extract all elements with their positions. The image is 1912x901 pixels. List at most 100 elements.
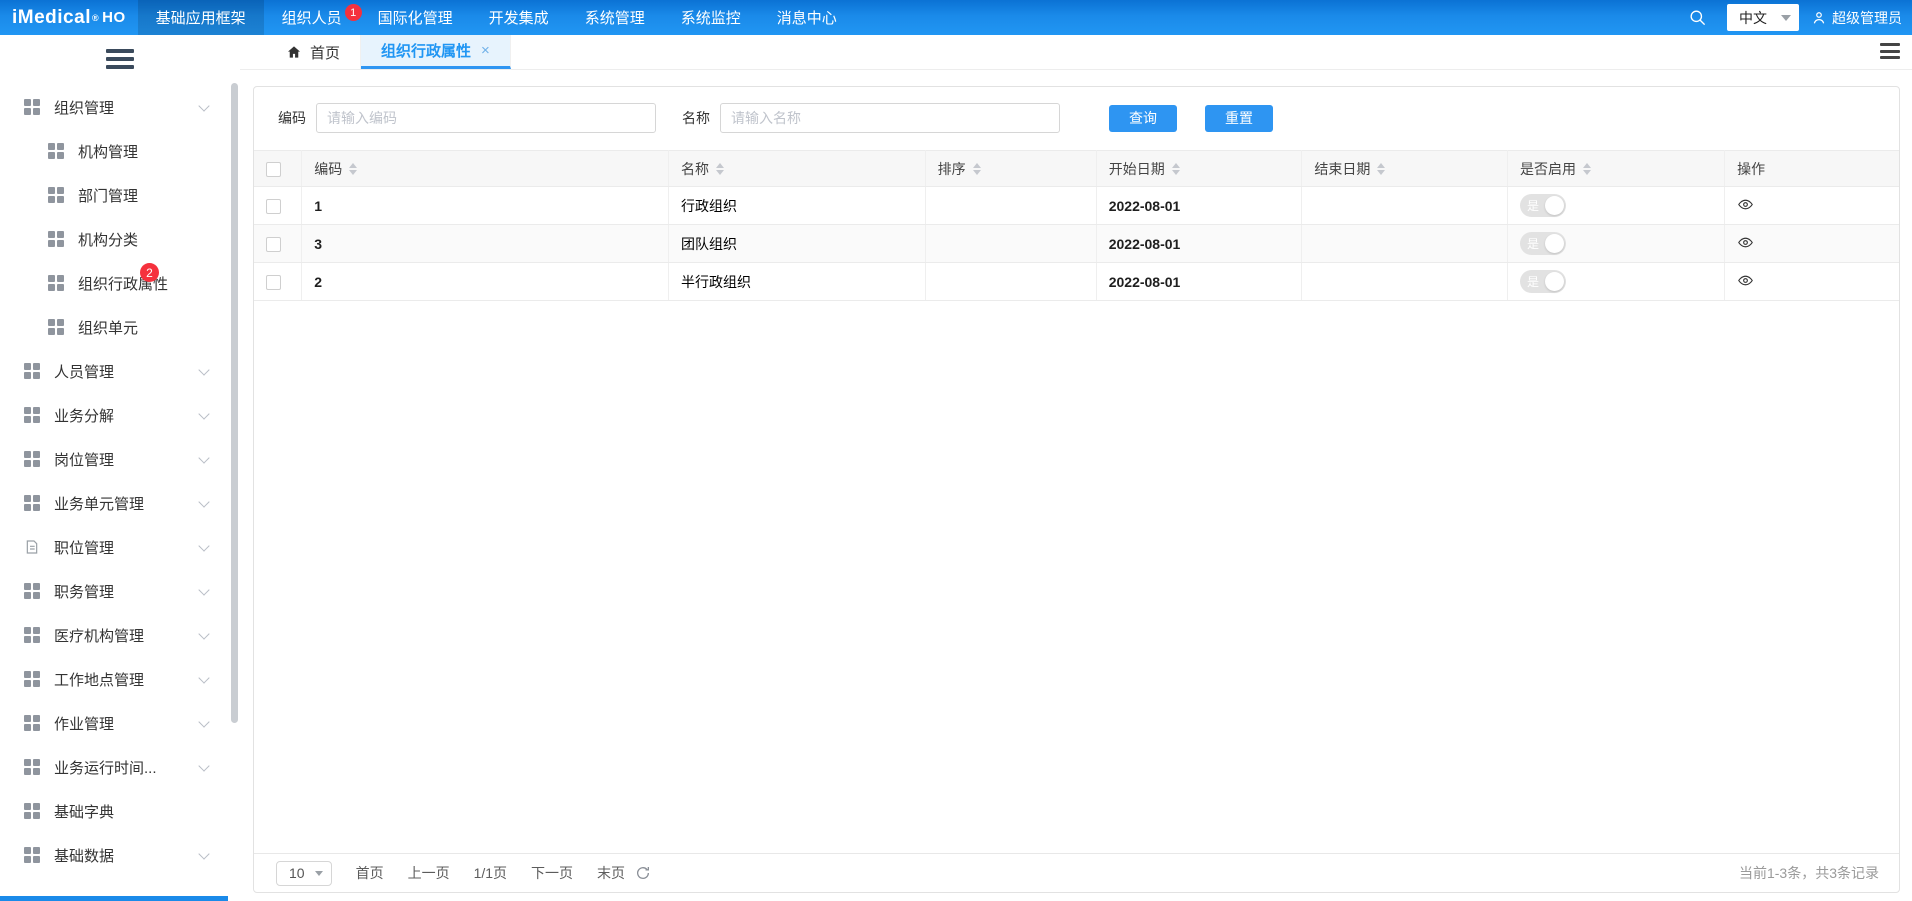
grid-icon (24, 99, 40, 115)
sidebar-item-post-mgmt[interactable]: 岗位管理 (0, 437, 240, 481)
row-checkbox[interactable] (266, 236, 281, 252)
close-icon[interactable]: × (481, 42, 490, 59)
tab-list-menu-icon[interactable] (1880, 43, 1900, 63)
sidebar-item-org-admin-attribute[interactable]: 组织行政属性 2 (0, 261, 240, 305)
sidebar-item-org-unit[interactable]: 组织单元 (0, 305, 240, 349)
table-row: 3 团队组织 2022-08-01 是 (254, 224, 1899, 263)
chevron-down-icon (198, 628, 210, 640)
sidebar-item-label: 业务单元管理 (54, 495, 145, 513)
eye-icon (1738, 199, 1753, 209)
tab-home[interactable]: 首页 (266, 35, 362, 69)
cell-sort (925, 186, 1097, 225)
sidebar-item-position-mgmt[interactable]: 职位管理 (0, 525, 240, 569)
cell-end-date (1301, 224, 1508, 263)
query-button[interactable]: 查询 (1109, 104, 1177, 132)
sidebar-scrollbar[interactable] (231, 83, 238, 723)
sort-icon (1582, 162, 1591, 175)
sidebar-item-workplace-mgmt[interactable]: 工作地点管理 (0, 657, 240, 701)
select-all-checkbox[interactable] (266, 161, 281, 177)
enabled-toggle[interactable]: 是 (1519, 232, 1566, 255)
sidebar-item-institution-mgmt[interactable]: 机构管理 (0, 129, 240, 173)
grid-icon (24, 627, 40, 643)
toggle-knob (1544, 272, 1564, 291)
reset-button[interactable]: 重置 (1205, 104, 1273, 132)
column-label: 结束日期 (1314, 160, 1371, 177)
sidebar-item-duty-mgmt[interactable]: 职务管理 (0, 569, 240, 613)
nav-item-system-monitor[interactable]: 系统监控 (663, 0, 759, 35)
name-input[interactable] (720, 103, 1060, 133)
language-selector[interactable]: 中文 (1727, 4, 1799, 31)
column-header-sort[interactable]: 排序 (925, 150, 1097, 187)
chevron-down-icon (1781, 14, 1791, 21)
view-button[interactable] (1737, 272, 1754, 289)
sidebar-item-medical-institution-mgmt[interactable]: 医疗机构管理 (0, 613, 240, 657)
sidebar-item-base-data[interactable]: 基础数据 (0, 833, 240, 877)
sidebar-item-business-runtime[interactable]: 业务运行时间... (0, 745, 240, 789)
grid-icon (24, 407, 40, 423)
grid-icon (24, 759, 40, 775)
column-header-start-date[interactable]: 开始日期 (1096, 150, 1303, 187)
chevron-down-icon (198, 100, 210, 112)
search-icon[interactable] (1674, 0, 1721, 35)
nav-item-dev-integration[interactable]: 开发集成 (471, 0, 567, 35)
chevron-down-icon (198, 760, 210, 772)
next-page-link[interactable]: 下一页 (531, 863, 573, 883)
sidebar-item-personnel-mgmt[interactable]: 人员管理 (0, 349, 240, 393)
nav-item-message-center[interactable]: 消息中心 (759, 0, 855, 35)
sidebar-item-job-mgmt[interactable]: 作业管理 (0, 701, 240, 745)
sidebar-item-base-dictionary[interactable]: 基础字典 (0, 789, 240, 833)
nav-item-i18n[interactable]: 国际化管理 (360, 0, 471, 35)
code-input[interactable] (316, 103, 656, 133)
cell-start-date: 2022-08-01 (1096, 262, 1303, 301)
last-page-link[interactable]: 末页 (597, 863, 625, 883)
tab-org-admin-attribute[interactable]: 组织行政属性 × (361, 35, 511, 69)
first-page-link[interactable]: 首页 (356, 863, 384, 883)
column-header-enabled[interactable]: 是否启用 (1507, 150, 1726, 187)
sidebar-item-institution-category[interactable]: 机构分类 (0, 217, 240, 261)
table-row: 2 半行政组织 2022-08-01 是 (254, 262, 1899, 301)
tab-label: 首页 (310, 44, 341, 62)
grid-icon (48, 143, 64, 159)
column-header-code[interactable]: 编码 (301, 150, 670, 187)
sort-icon (972, 162, 981, 175)
top-navbar: iMedical ® HO 基础应用框架 组织人员 1 国际化管理 开发集成 系统管… (0, 0, 1912, 35)
cell-sort (925, 262, 1097, 301)
sidebar-collapse-icon[interactable] (106, 49, 134, 69)
nav-item-label: 消息中心 (776, 10, 837, 27)
sidebar-item-label: 医疗机构管理 (54, 627, 145, 645)
record-summary: 当前1-3条，共3条记录 (1738, 865, 1879, 881)
user-menu[interactable]: 超级管理员 (1805, 0, 1912, 35)
sidebar-item-label: 部门管理 (78, 187, 139, 205)
page-info: 1/1页 (473, 865, 508, 881)
enabled-toggle[interactable]: 是 (1519, 194, 1566, 217)
sidebar-horizontal-scrollbar[interactable] (0, 896, 228, 901)
sort-icon (1377, 162, 1386, 175)
sidebar-item-label: 职位管理 (54, 539, 115, 557)
view-button[interactable] (1737, 234, 1754, 251)
refresh-icon[interactable] (635, 865, 651, 881)
column-header-name[interactable]: 名称 (668, 150, 926, 187)
column-header-actions: 操作 (1724, 150, 1899, 187)
column-label: 排序 (937, 160, 966, 177)
view-button[interactable] (1737, 196, 1754, 213)
nav-item-system-mgmt[interactable]: 系统管理 (567, 0, 663, 35)
column-header-end-date[interactable]: 结束日期 (1301, 150, 1508, 187)
nav-item-label: 国际化管理 (377, 10, 453, 27)
logo-suffix: HO (102, 9, 126, 26)
toggle-knob (1544, 234, 1564, 253)
sidebar-item-department-mgmt[interactable]: 部门管理 (0, 173, 240, 217)
sidebar-item-business-breakdown[interactable]: 业务分解 (0, 393, 240, 437)
prev-page-link[interactable]: 上一页 (408, 863, 450, 883)
table-header-row: 编码 名称 排序 开始日期 结束日期 是否启用 操作 (254, 150, 1899, 187)
nav-item-org-personnel[interactable]: 组织人员 1 (264, 0, 362, 35)
cell-end-date (1301, 186, 1508, 225)
sidebar-item-org-management[interactable]: 组织管理 (0, 85, 240, 129)
row-checkbox[interactable] (266, 198, 281, 214)
sidebar-item-label: 业务运行时间... (54, 759, 157, 777)
nav-item-framework[interactable]: 基础应用框架 (137, 0, 264, 35)
enabled-toggle[interactable]: 是 (1519, 270, 1566, 293)
sidebar-item-business-unit-mgmt[interactable]: 业务单元管理 (0, 481, 240, 525)
row-checkbox[interactable] (266, 274, 281, 290)
page-size-select[interactable]: 10 (276, 860, 332, 886)
sidebar-item-label: 岗位管理 (54, 451, 115, 469)
